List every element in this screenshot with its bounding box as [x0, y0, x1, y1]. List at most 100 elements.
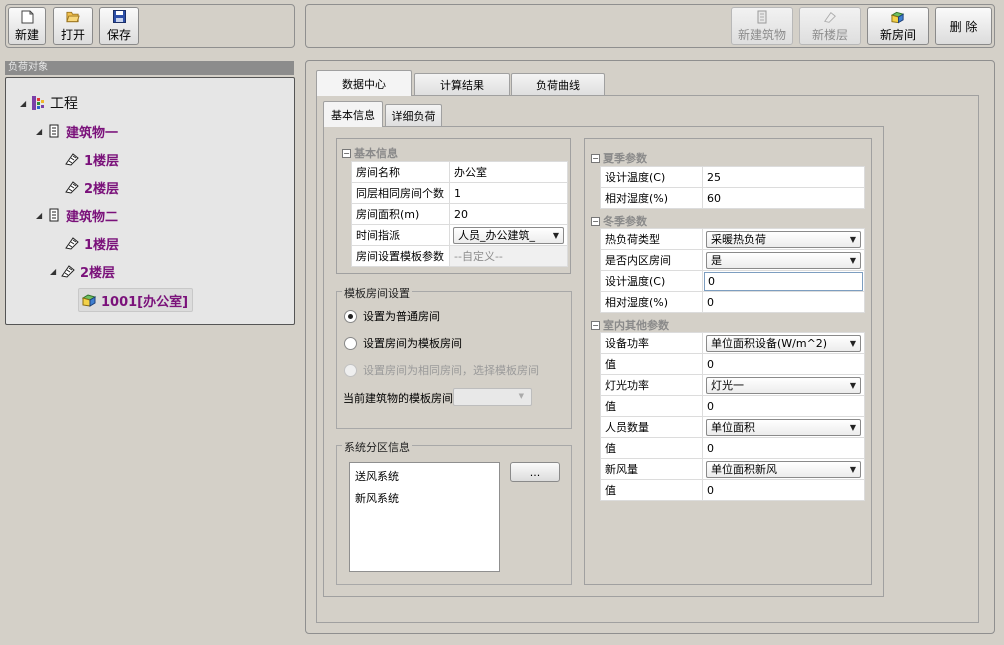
indoor-section-title: 室内其他参数	[603, 319, 669, 332]
radio-disabled-icon	[344, 363, 357, 377]
floor-icon	[823, 10, 837, 24]
chevron-down-icon: ▼	[849, 338, 856, 348]
winter-hum-label: 相对湿度(%)	[600, 291, 703, 313]
collapse-icon[interactable]: −	[591, 216, 600, 226]
radio-template-room[interactable]: 设置房间为模板房间	[344, 335, 462, 351]
heat-type-select[interactable]: 采暖热负荷 ▼	[706, 230, 861, 248]
time-label: 时间指派	[351, 224, 450, 246]
current-template-select[interactable]: ▼	[453, 388, 532, 406]
people-count-value: 单位面积	[711, 421, 755, 434]
chevron-down-icon: ▼	[552, 230, 559, 240]
chevron-down-icon: ▼	[849, 255, 856, 265]
save-button[interactable]: 保存	[99, 7, 139, 45]
summer-temp-field[interactable]: 25	[702, 166, 865, 188]
radio-unselected-icon	[344, 336, 357, 350]
summer-hum-label: 相对湿度(%)	[600, 187, 703, 209]
tree-label-b1-floor2: 2楼层	[84, 181, 120, 197]
basic-info-grid: 房间名称 办公室 同层相同房间个数 1 房间面积(m) 20 时间指派 人员_办…	[351, 161, 568, 267]
inner-room-select[interactable]: 是 ▼	[706, 251, 861, 269]
time-select[interactable]: 人员_办公建筑_ ▼	[453, 226, 564, 244]
tree-node-b1-floor1[interactable]: 1楼层	[64, 149, 119, 169]
light-value-label: 值	[600, 395, 703, 417]
tab-basic-info[interactable]: 基本信息	[323, 101, 383, 127]
open-button[interactable]: 打开	[53, 7, 93, 45]
zone-browse-button[interactable]: ...	[510, 462, 560, 482]
expand-triangle-icon[interactable]: ◢	[36, 127, 46, 136]
new-button[interactable]: 新建	[8, 7, 46, 45]
tab-detail-load[interactable]: 详细负荷	[385, 104, 442, 127]
collapse-icon[interactable]: −	[342, 148, 351, 158]
tab-calc-result-label: 计算结果	[440, 79, 484, 92]
building-icon	[46, 123, 62, 139]
indoor-grid: 设备功率 单位面积设备(W/m^2) ▼ 值 0 灯光功率 灯光一 ▼ 值 0 …	[600, 332, 865, 501]
tree-label-b2-floor2: 2楼层	[80, 265, 116, 281]
tree-node-building1[interactable]: ◢ 建筑物一	[36, 121, 118, 141]
equip-value-field[interactable]: 0	[702, 353, 865, 375]
tab-load-curve[interactable]: 负荷曲线	[511, 73, 605, 96]
new-building-button[interactable]: 新建筑物	[731, 7, 793, 45]
tree-header: 负荷对象	[5, 61, 294, 75]
tree-node-building2[interactable]: ◢ 建筑物二	[36, 205, 118, 225]
new-floor-button[interactable]: 新楼层	[799, 7, 861, 45]
system-zone-list[interactable]: 送风系统 新风系统	[349, 462, 500, 572]
same-count-field[interactable]: 1	[449, 182, 568, 204]
tree-label-building2: 建筑物二	[66, 209, 119, 225]
expand-triangle-icon[interactable]: ◢	[50, 267, 60, 276]
table-row: 相对湿度(%) 0	[600, 291, 865, 313]
room-name-field[interactable]: 办公室	[449, 161, 568, 183]
tab-data-center[interactable]: 数据中心	[316, 70, 412, 96]
new-building-label: 新建筑物	[737, 27, 786, 42]
building-icon	[755, 10, 769, 24]
radio-normal-room[interactable]: 设置为普通房间	[344, 308, 440, 324]
radio-normal-room-label: 设置为普通房间	[363, 310, 440, 323]
light-value-field[interactable]: 0	[702, 395, 865, 417]
tree-node-project[interactable]: ◢ 工程	[20, 93, 78, 113]
tree-node-b1-floor2[interactable]: 2楼层	[64, 177, 119, 197]
new-file-icon	[20, 10, 34, 24]
toolbar-left-panel	[5, 4, 295, 48]
summer-temp-label: 设计温度(C)	[600, 166, 703, 188]
open-folder-icon	[66, 10, 80, 24]
people-value-label: 值	[600, 437, 703, 459]
equip-power-value: 单位面积设备(W/m^2)	[711, 337, 828, 350]
table-row: 值 0	[600, 437, 865, 459]
same-count-label: 同层相同房间个数	[351, 182, 450, 204]
list-item[interactable]: 新风系统	[355, 490, 399, 506]
new-room-label: 新房间	[879, 27, 916, 42]
chevron-down-icon: ▼	[849, 422, 856, 432]
template-param-field[interactable]: --自定义--	[449, 245, 568, 267]
current-template-label: 当前建筑物的模板房间	[343, 392, 453, 405]
tab-detail-load-label: 详细负荷	[391, 110, 436, 123]
summer-hum-field[interactable]: 60	[702, 187, 865, 209]
room-name-label: 房间名称	[351, 161, 450, 183]
area-field[interactable]: 20	[449, 203, 568, 225]
fresh-value-field[interactable]: 0	[702, 479, 865, 501]
radio-same-room: 设置房间为相同房间，选择模板房间	[344, 362, 539, 378]
tree-label-b2-floor1: 1楼层	[84, 237, 120, 253]
time-select-value: 人员_办公建筑_	[458, 229, 535, 242]
winter-temp-input[interactable]: 0	[704, 271, 863, 291]
new-room-button[interactable]: 新房间	[867, 7, 929, 45]
fresh-air-value: 单位面积新风	[711, 463, 777, 476]
zone-browse-label: ...	[529, 465, 541, 479]
tree-node-room-selected[interactable]: 1001[办公室]	[78, 288, 194, 312]
delete-button[interactable]: 删 除	[935, 7, 992, 45]
expand-triangle-icon[interactable]: ◢	[36, 211, 46, 220]
fresh-air-select[interactable]: 单位面积新风 ▼	[706, 460, 861, 478]
list-item[interactable]: 送风系统	[355, 468, 399, 484]
people-value-field[interactable]: 0	[702, 437, 865, 459]
winter-hum-field[interactable]: 0	[702, 291, 865, 313]
tree-node-b2-floor1[interactable]: 1楼层	[64, 233, 119, 253]
equip-power-label: 设备功率	[600, 332, 703, 354]
collapse-icon[interactable]: −	[591, 320, 600, 330]
building-icon	[46, 207, 62, 223]
light-power-label: 灯光功率	[600, 374, 703, 396]
tree-node-b2-floor2[interactable]: ◢ 2楼层	[50, 261, 115, 281]
collapse-icon[interactable]: −	[591, 153, 600, 163]
people-count-select[interactable]: 单位面积 ▼	[706, 418, 861, 436]
inner-room-label: 是否内区房间	[600, 249, 703, 271]
light-power-select[interactable]: 灯光一 ▼	[706, 376, 861, 394]
expand-triangle-icon[interactable]: ◢	[20, 99, 30, 108]
equip-power-select[interactable]: 单位面积设备(W/m^2) ▼	[706, 334, 861, 352]
tab-calc-result[interactable]: 计算结果	[414, 73, 510, 96]
